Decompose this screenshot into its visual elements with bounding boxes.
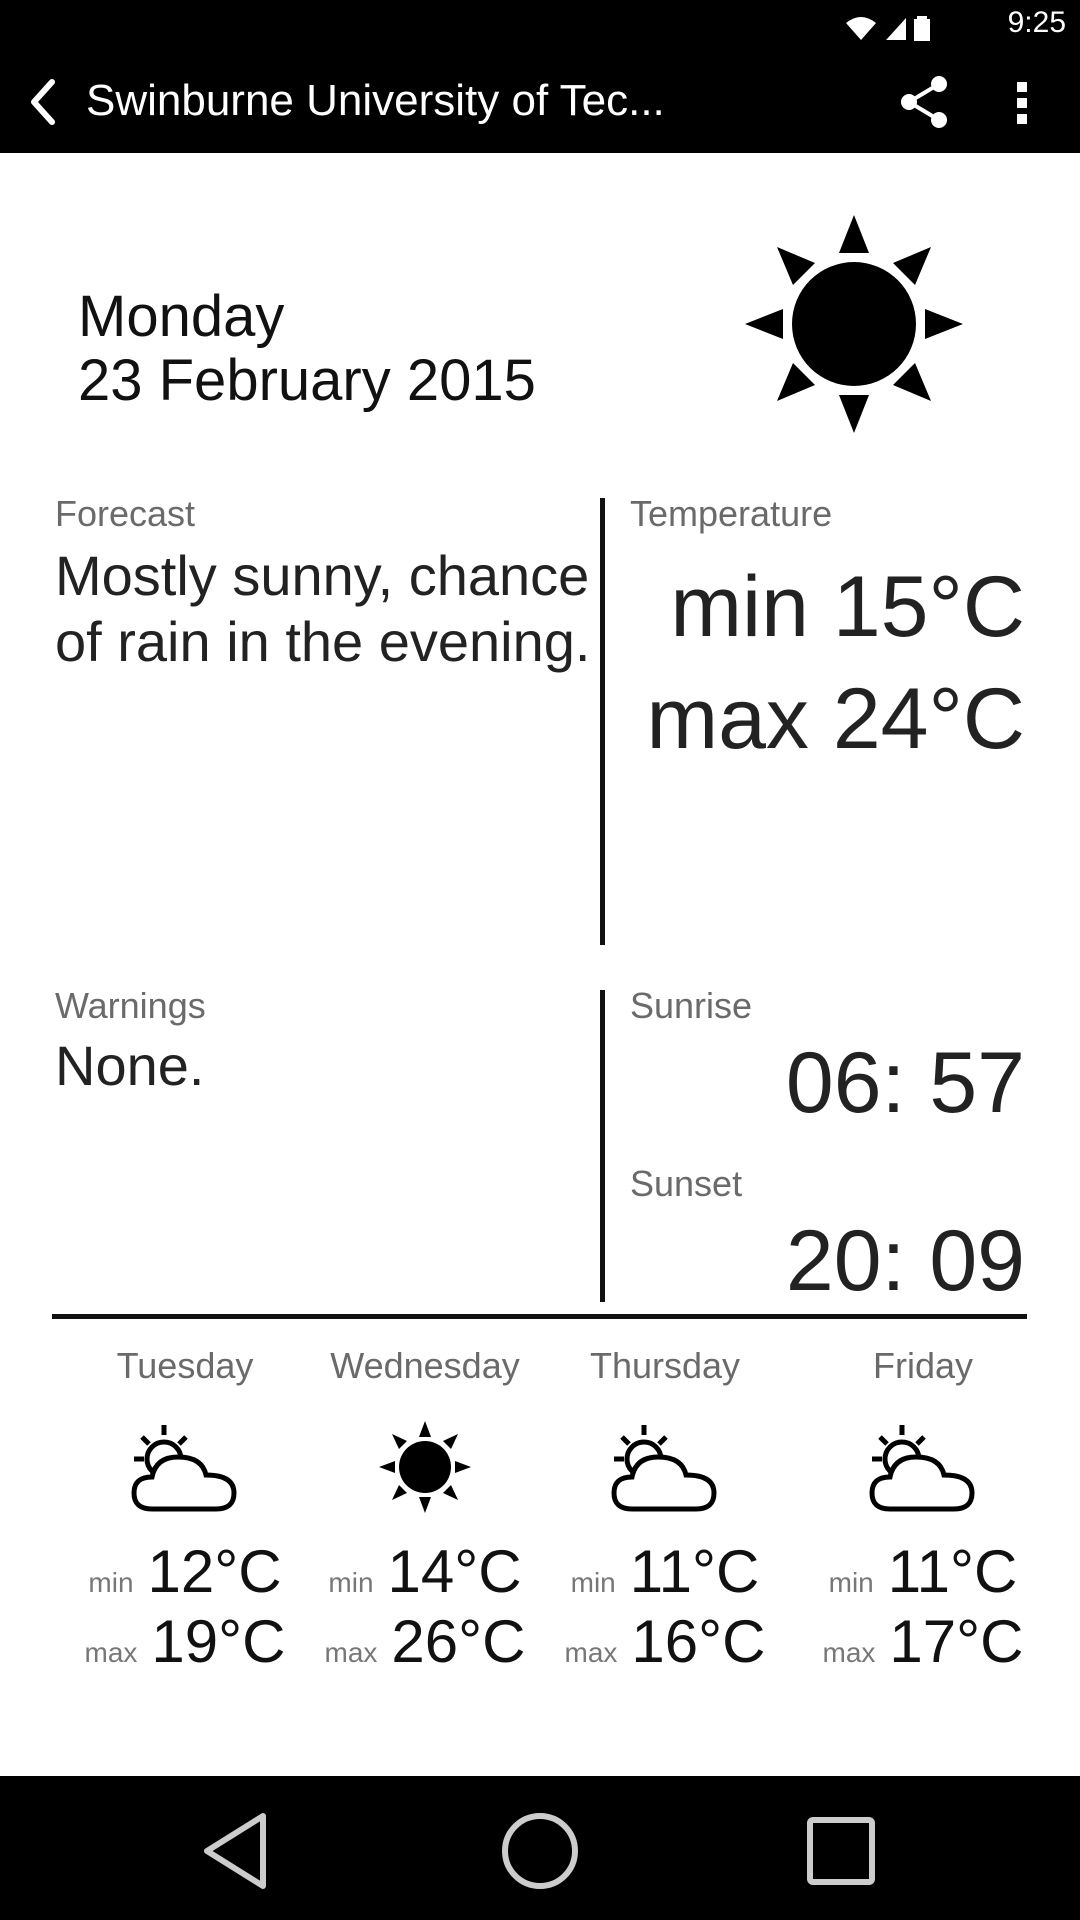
min-temp: 11°C — [887, 1538, 1018, 1605]
full-date-label: 23 February 2015 — [78, 348, 536, 413]
max-temp: 16°C — [631, 1608, 766, 1675]
day-min-row: min 11°C — [793, 1537, 1053, 1607]
warnings-text: None. — [55, 1034, 205, 1097]
day-max-row: max 19°C — [55, 1607, 315, 1677]
min-label: min — [328, 1567, 374, 1598]
day-max-row: max 16°C — [535, 1607, 795, 1677]
nav-back-icon[interactable] — [193, 1806, 283, 1896]
partly-cloudy-icon — [131, 1425, 237, 1512]
day-forecast-tuesday[interactable]: Tuesday min 12°C max 19°C — [55, 1345, 315, 1677]
day-forecast-wednesday[interactable]: Wednesday min 14°C max 26°C — [295, 1345, 555, 1677]
forecast-label: Forecast — [55, 493, 196, 534]
sun-icon — [379, 1421, 471, 1513]
day-min-row: min 12°C — [55, 1537, 315, 1607]
nav-recents-icon[interactable] — [796, 1806, 886, 1896]
day-forecast-thursday[interactable]: Thursday min 11°C max 16°C — [535, 1345, 795, 1677]
sunset-time: 20: 09 — [785, 1213, 1025, 1309]
partly-cloudy-icon — [611, 1425, 717, 1512]
status-bar: 9:25 — [0, 0, 1080, 50]
min-label: min — [570, 1567, 616, 1598]
system-nav-bar — [0, 1776, 1080, 1920]
day-max-row: max 17°C — [793, 1607, 1053, 1677]
day-max-row: max 26°C — [295, 1607, 555, 1677]
warnings-label: Warnings — [55, 985, 206, 1026]
min-label: min — [828, 1567, 874, 1598]
min-label: min — [88, 1567, 134, 1598]
min-temp: 14°C — [387, 1538, 522, 1605]
battery-icon — [914, 16, 930, 41]
day-name: Wednesday — [330, 1345, 520, 1386]
max-temp: 19°C — [151, 1608, 286, 1675]
overflow-menu-icon[interactable] — [1000, 72, 1044, 132]
vertical-divider — [600, 498, 605, 945]
sunset-label: Sunset — [630, 1163, 743, 1204]
max-label: max — [324, 1637, 378, 1668]
nav-home-icon[interactable] — [495, 1806, 585, 1896]
app-bar: Swinburne University of Tec... — [0, 50, 1080, 153]
day-name: Thursday — [589, 1345, 741, 1386]
signal-icon — [886, 18, 906, 40]
forecast-text: Mostly sunny, chance of rain in the even… — [55, 544, 591, 673]
partly-cloudy-icon — [869, 1425, 975, 1512]
day-forecast-friday[interactable]: Friday min 11°C max 17°C — [793, 1345, 1053, 1677]
max-temp: 26°C — [391, 1608, 526, 1675]
day-min-row: min 14°C — [295, 1537, 555, 1607]
page-title: Swinburne University of Tec... — [86, 76, 665, 125]
min-temperature: min 15°C — [670, 559, 1025, 655]
max-label: max — [822, 1637, 876, 1668]
max-label: max — [84, 1637, 138, 1668]
warnings-panel: Warnings None. — [55, 985, 595, 1098]
max-temp: 17°C — [889, 1608, 1024, 1675]
status-time: 9:25 — [1007, 6, 1066, 39]
temperature-panel: Temperature min 15°C max 24°C — [630, 493, 1025, 775]
horizontal-divider — [52, 1314, 1027, 1319]
sunrise-time: 06: 57 — [785, 1035, 1025, 1131]
back-arrow-icon[interactable] — [16, 72, 76, 132]
day-min-row: min 11°C — [535, 1537, 795, 1607]
min-temp: 12°C — [147, 1538, 282, 1605]
max-temperature: max 24°C — [646, 671, 1025, 767]
min-temp: 11°C — [629, 1538, 760, 1605]
day-name: Friday — [872, 1345, 974, 1386]
date-block: Monday 23 February 2015 — [78, 285, 536, 413]
wifi-icon — [846, 17, 876, 40]
day-name: Tuesday — [116, 1345, 254, 1386]
temperature-label: Temperature — [630, 493, 833, 534]
sunrise-label: Sunrise — [630, 985, 753, 1026]
status-icons — [844, 8, 930, 42]
sun-times-panel: Sunrise 06: 57 Sunset 20: 09 — [630, 985, 1025, 1341]
vertical-divider — [600, 990, 605, 1302]
weekday-label: Monday — [78, 284, 285, 349]
forecast-panel: Forecast Mostly sunny, chance of rain in… — [55, 493, 595, 675]
sun-icon — [745, 215, 963, 433]
max-label: max — [564, 1637, 618, 1668]
share-icon[interactable] — [895, 72, 955, 132]
